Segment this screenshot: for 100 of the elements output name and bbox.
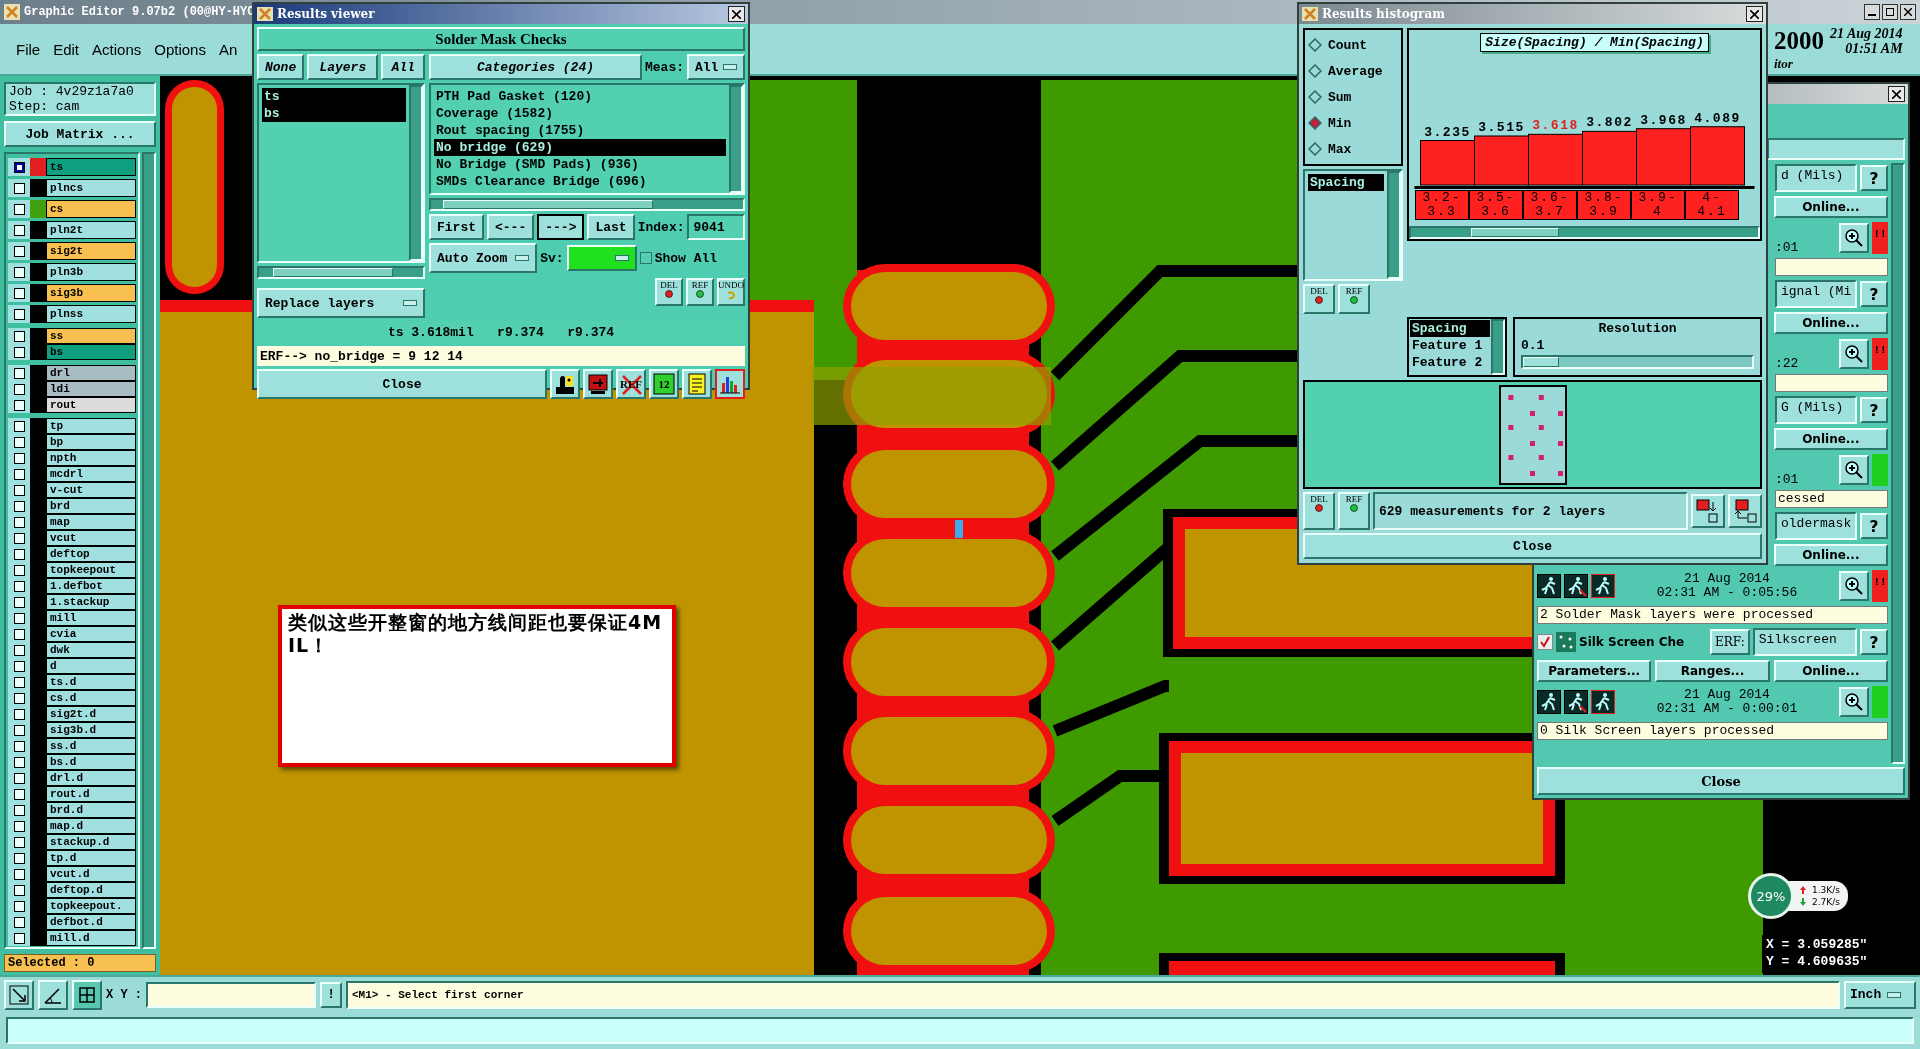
layer-checkbox[interactable] <box>13 756 25 768</box>
scrollbar[interactable] <box>1387 171 1401 279</box>
field-list-item[interactable]: Spacing <box>1308 174 1384 191</box>
layer-checkbox[interactable] <box>13 788 25 800</box>
edit-button[interactable]: UNDO <box>717 278 745 306</box>
show-all-checkbox[interactable] <box>639 252 652 264</box>
maximize-button[interactable] <box>1882 4 1898 20</box>
meas-dropdown[interactable]: All <box>687 54 745 80</box>
layer-name[interactable]: v-cut <box>46 482 136 498</box>
close-button[interactable] <box>1746 6 1763 22</box>
layer-name[interactable]: bs.d <box>46 754 136 770</box>
scrollbar[interactable] <box>729 85 743 193</box>
ranges-button[interactable]: Ranges... <box>1655 660 1770 682</box>
layer-name[interactable]: dwk <box>46 642 136 658</box>
index-field[interactable]: 9041 <box>687 214 745 240</box>
layer-name[interactable]: pln3b <box>46 263 136 281</box>
category-list-item[interactable]: SMDs Clearance Bridge (696) <box>434 173 726 190</box>
layer-checkbox[interactable] <box>13 852 25 864</box>
mode-option[interactable]: Min <box>1308 112 1398 134</box>
layer-name[interactable]: pln2t <box>46 221 136 239</box>
zoom-button[interactable] <box>1839 687 1869 717</box>
scrollbar[interactable] <box>142 152 156 949</box>
layer-filter-button[interactable]: All <box>381 54 425 80</box>
check-name-field[interactable]: Silkscreen <box>1752 628 1857 656</box>
layer-name[interactable]: drl.d <box>46 770 136 786</box>
radio-diamond[interactable] <box>1308 38 1322 52</box>
layer-name[interactable]: vcut.d <box>46 866 136 882</box>
layer-checkbox[interactable] <box>13 564 25 576</box>
layer-name[interactable]: vcut <box>46 530 136 546</box>
layer-name[interactable]: ss.d <box>46 738 136 754</box>
job-matrix-button[interactable]: Job Matrix ... <box>4 121 156 147</box>
export-button[interactable] <box>1691 494 1725 528</box>
close-button[interactable] <box>1900 4 1916 20</box>
layer-name[interactable]: rout <box>46 397 136 413</box>
layer-checkbox[interactable] <box>13 468 25 480</box>
layer-name[interactable]: cs <box>46 200 136 218</box>
slider-thumb[interactable] <box>1523 357 1559 367</box>
scrollbar[interactable] <box>1491 319 1505 375</box>
online-button[interactable]: Online... <box>1773 312 1888 334</box>
navigation-button[interactable]: ---> <box>537 214 585 240</box>
layer-checkbox[interactable] <box>13 916 25 928</box>
zoom-button[interactable] <box>1839 223 1869 253</box>
sv-dropdown[interactable] <box>566 245 637 271</box>
layer-name[interactable]: ss <box>46 328 136 344</box>
import-button[interactable] <box>1728 494 1762 528</box>
layer-name[interactable]: rout.d <box>46 786 136 802</box>
scrollbar[interactable] <box>257 266 425 279</box>
units-dropdown[interactable]: Inch <box>1844 980 1916 1009</box>
layer-name[interactable]: mill <box>46 610 136 626</box>
layer-checkbox[interactable] <box>13 900 25 912</box>
layer-checkbox[interactable] <box>13 804 25 816</box>
layer-name[interactable]: sig2t <box>46 242 136 260</box>
radio-diamond[interactable] <box>1308 90 1322 104</box>
layer-filter-button[interactable]: None <box>257 54 305 80</box>
attribute-list-item[interactable]: Feature 2 <box>1410 354 1490 371</box>
menu-item[interactable]: An <box>214 38 242 60</box>
edit-button[interactable]: DEL <box>1303 284 1335 314</box>
scrollbar[interactable] <box>1891 163 1905 764</box>
attribute-list-item[interactable]: Spacing <box>1410 320 1490 337</box>
check-name-field[interactable]: G (Mils) <box>1775 396 1857 424</box>
check-name-field[interactable]: ignal (Mi <box>1775 280 1857 308</box>
help-button[interactable]: ? <box>1860 165 1888 191</box>
layer-checkbox[interactable] <box>13 420 25 432</box>
close-button[interactable]: Close <box>1537 767 1905 795</box>
layer-checkbox[interactable] <box>13 644 25 656</box>
layer-checkbox[interactable] <box>13 245 25 257</box>
layer-name[interactable]: map.d <box>46 818 136 834</box>
layer-checkbox[interactable] <box>13 452 25 464</box>
layer-filter-button[interactable]: Layers <box>307 54 379 80</box>
layer-checkbox[interactable] <box>13 367 25 379</box>
layer-name[interactable]: deftop.d <box>46 882 136 898</box>
menu-item[interactable]: Options <box>150 38 210 60</box>
menu-item[interactable]: Edit <box>49 38 84 60</box>
layer-checkbox[interactable] <box>13 516 25 528</box>
edit-button[interactable]: DEL <box>1303 492 1335 530</box>
online-button[interactable]: Online... <box>1773 660 1888 682</box>
layer-checkbox[interactable] <box>13 724 25 736</box>
check-name-field[interactable]: oldermask <box>1775 512 1857 540</box>
category-list-item[interactable]: Rout spacing (1755) <box>434 122 726 139</box>
navigation-button[interactable]: First <box>429 214 484 240</box>
help-button[interactable]: ? <box>1860 513 1888 539</box>
layer-checkbox[interactable] <box>13 161 25 173</box>
layer-name[interactable]: map <box>46 514 136 530</box>
auto-zoom-dropdown[interactable]: Auto Zoom <box>429 243 538 273</box>
layer-checkbox[interactable] <box>13 628 25 640</box>
mode-option[interactable]: Count <box>1308 34 1398 56</box>
edit-button[interactable]: REF <box>686 278 714 306</box>
layer-checkbox[interactable] <box>13 676 25 688</box>
navigation-button[interactable]: Last <box>587 214 635 240</box>
checkbox[interactable] <box>1537 634 1553 650</box>
layer-checkbox[interactable] <box>13 932 25 944</box>
zoom-button[interactable] <box>1839 339 1869 369</box>
category-list-item[interactable]: No bridge (629) <box>434 139 726 156</box>
layer-name[interactable]: stackup.d <box>46 834 136 850</box>
layer-checkbox[interactable] <box>13 548 25 560</box>
help-button[interactable]: ? <box>1860 397 1888 423</box>
layer-checkbox[interactable] <box>13 580 25 592</box>
scrollbar[interactable] <box>1409 226 1760 239</box>
layer-checkbox[interactable] <box>13 740 25 752</box>
close-button[interactable] <box>1888 86 1905 102</box>
